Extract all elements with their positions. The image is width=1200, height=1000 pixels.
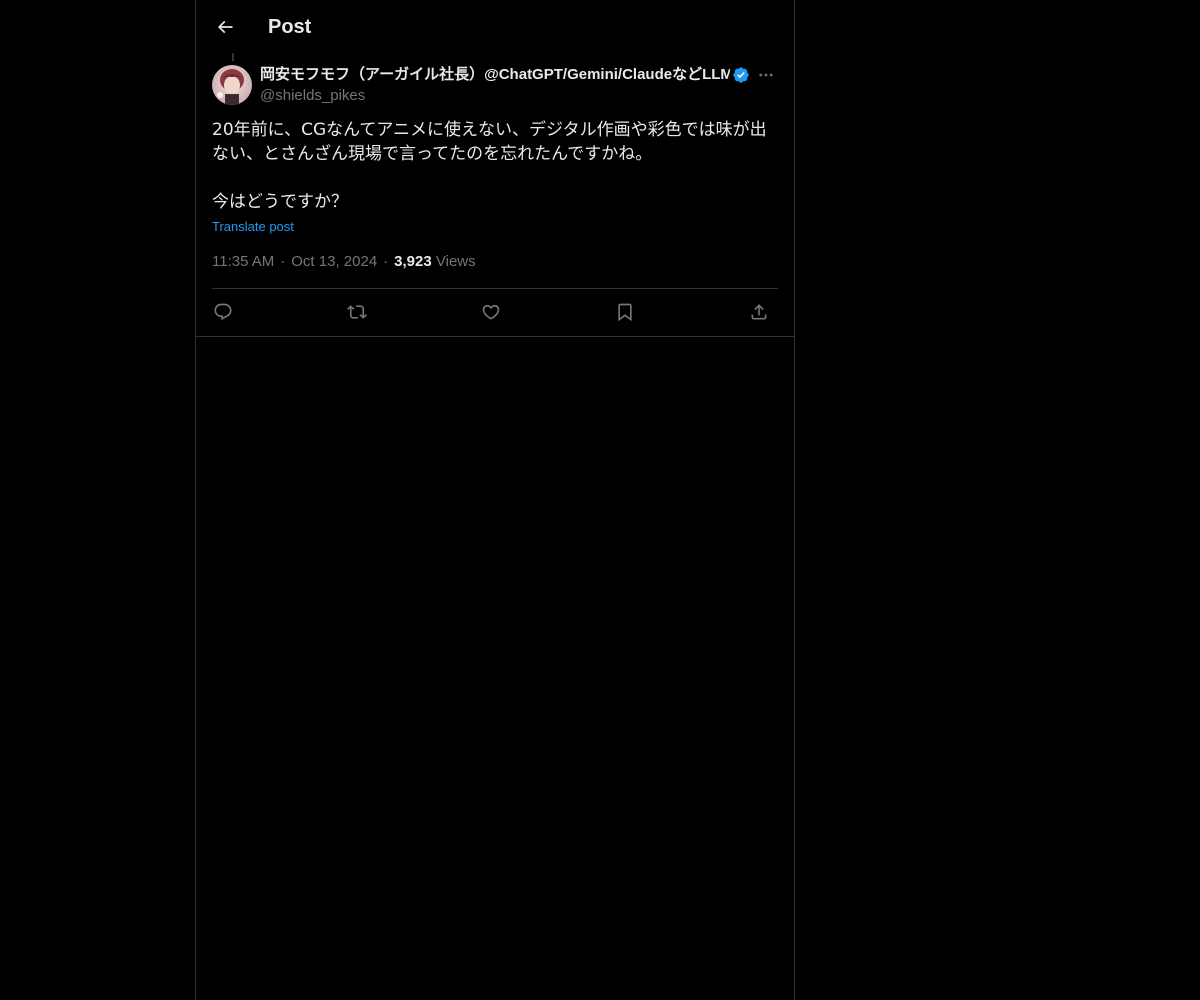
back-button[interactable] (208, 10, 242, 44)
bookmark-icon (618, 303, 632, 322)
arrow-left-icon (217, 20, 233, 34)
post-header: Post (196, 0, 794, 53)
views-label: Views (435, 253, 476, 270)
author-name-block: 岡安モフモフ（アーガイル社長）@ChatGPT/Gemini/ClaudeなどL… (260, 65, 750, 106)
page-title: Post (268, 16, 312, 38)
heart-icon (482, 304, 500, 320)
verified-badge-icon (733, 67, 749, 83)
post-actions (212, 289, 778, 336)
repost-button[interactable] (344, 299, 370, 325)
repost-icon (347, 305, 367, 319)
post-text: 20年前に、CGなんてアニメに使えない、デジタル作画や彩色では味が出ない、とさん… (212, 120, 767, 212)
bookmark-button[interactable] (612, 299, 638, 325)
author-display-name[interactable]: 岡安モフモフ（アーガイル社長）@ChatGPT/Gemini/ClaudeなどL… (260, 65, 730, 85)
post-date[interactable]: Oct 13, 2024 (291, 253, 377, 270)
post-column: Post 岡安モフモフ（アーガイル社長）@ChatGPT/Gemini/Clau… (195, 0, 795, 1000)
reply-button[interactable] (210, 299, 236, 325)
views-count: 3,923 (394, 253, 432, 270)
like-button[interactable] (478, 299, 504, 325)
author-row: 岡安モフモフ（アーガイル社長）@ChatGPT/Gemini/ClaudeなどL… (212, 65, 778, 107)
more-horizontal-icon (759, 73, 773, 77)
post-time[interactable]: 11:35 AM (212, 253, 274, 270)
share-button[interactable] (746, 299, 772, 325)
thread-connector-line (232, 53, 234, 61)
translate-post-link[interactable]: Translate post (212, 218, 294, 236)
avatar[interactable] (212, 65, 252, 105)
post-meta: 11:35 AM · Oct 13, 2024 · 3,923 Views (212, 253, 476, 270)
reply-icon (214, 303, 232, 321)
share-icon (751, 304, 767, 320)
more-options-button[interactable] (754, 65, 778, 85)
post-bottom-border (196, 336, 794, 337)
author-handle[interactable]: @shields_pikes (260, 86, 750, 106)
